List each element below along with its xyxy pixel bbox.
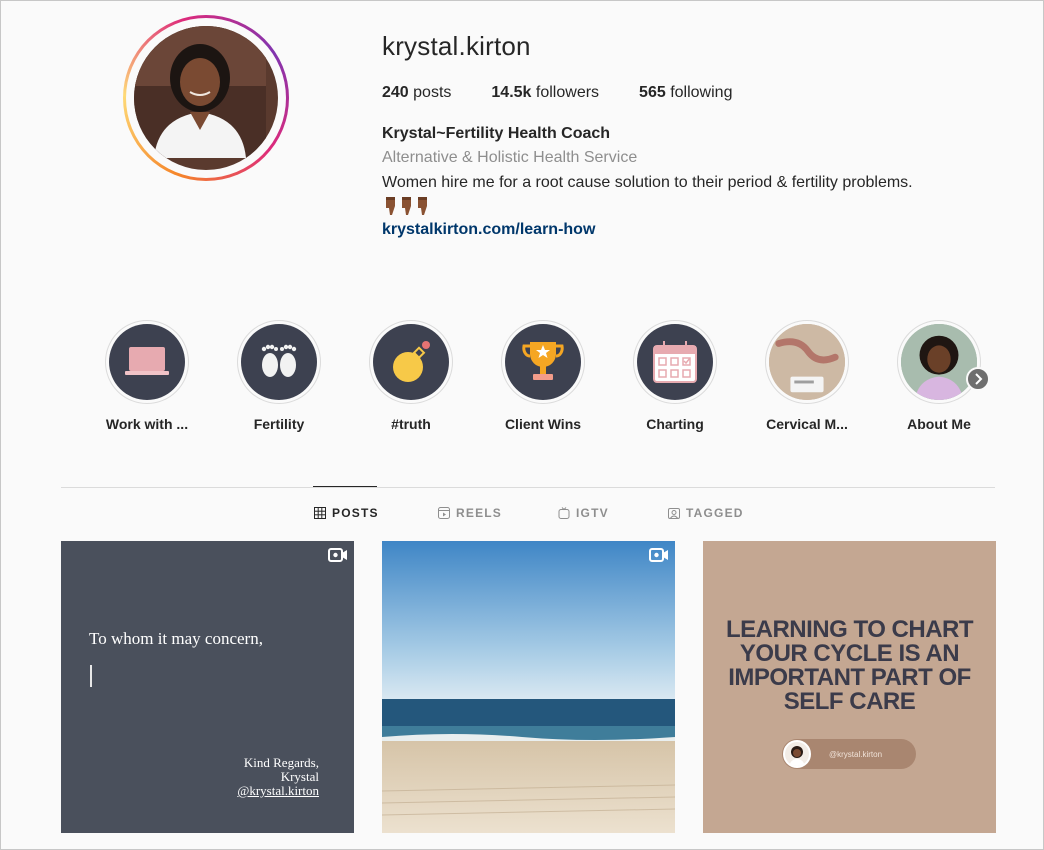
tab-reels-label: REELS [456, 506, 503, 520]
post-headline: LEARNING TO CHART YOUR CYCLE IS AN IMPOR… [703, 618, 996, 714]
headline-line: YOUR CYCLE IS AN [739, 640, 960, 667]
highlight-label: Cervical M... [766, 416, 848, 432]
headline-line: IMPORTANT PART OF [728, 664, 971, 691]
tab-posts-label: POSTS [332, 506, 379, 520]
avatar [783, 740, 811, 768]
highlights-next-button[interactable] [966, 367, 990, 391]
video-icon [649, 548, 668, 562]
post-thumbnail[interactable]: LEARNING TO CHART YOUR CYCLE IS AN IMPOR… [703, 541, 996, 833]
text-cursor [90, 665, 92, 687]
story-highlights: Work with ... Fertility #truth Client Wi… [105, 320, 995, 440]
highlight-label: #truth [391, 416, 431, 432]
laptop-icon [125, 347, 169, 375]
highlight-truth[interactable]: #truth [369, 320, 453, 432]
profile-bio: Women hire me for a root cause solution … [382, 174, 913, 191]
profile-stats: 240 posts 14.5k followers 565 following [382, 84, 772, 102]
beach-photo [382, 541, 675, 833]
stat-followers-value: 14.5k [491, 84, 532, 101]
highlight-label: Work with ... [105, 416, 189, 432]
stat-following-value: 565 [639, 84, 666, 101]
tab-igtv[interactable]: IGTV [558, 506, 609, 520]
signature-handle: @krystal.kirton [237, 783, 319, 798]
profile-website-link[interactable]: krystalkirton.com/learn-how [382, 221, 595, 239]
highlight-label: About Me [907, 416, 971, 432]
profile-category: Alternative & Holistic Health Service [382, 149, 638, 166]
video-icon [328, 548, 347, 562]
profile-avatar[interactable] [123, 15, 289, 181]
profile-page: krystal.kirton 240 posts 14.5k followers… [0, 0, 1044, 850]
tabs-divider [61, 487, 995, 488]
active-tab-indicator [313, 486, 377, 487]
stat-followers-label: followers [535, 84, 600, 101]
highlight-label: Client Wins [504, 416, 582, 432]
signature-line: Kind Regards, [243, 755, 319, 770]
tab-posts[interactable]: POSTS [314, 506, 379, 520]
post-letter-signature: Kind Regards, Krystal @krystal.kirton [237, 756, 319, 798]
headline-line: LEARNING TO CHART [725, 616, 974, 643]
post-thumbnail[interactable]: To whom it may concern, Kind Regards, Kr… [61, 541, 354, 833]
stat-followers[interactable]: 14.5k followers [491, 84, 599, 102]
stat-posts: 240 posts [382, 84, 451, 102]
tab-igtv-label: IGTV [576, 506, 609, 520]
tab-reels[interactable]: REELS [438, 506, 502, 520]
headline-line: SELF CARE [783, 688, 916, 715]
reels-icon [438, 507, 450, 519]
post-thumbnail[interactable] [382, 541, 675, 833]
igtv-icon [558, 507, 570, 519]
bomb-icon [393, 341, 430, 382]
stat-following[interactable]: 565 following [639, 84, 732, 102]
trophy-icon [522, 342, 564, 380]
highlight-label: Charting [646, 416, 704, 432]
highlight-label: Fertility [253, 416, 305, 432]
highlight-fertility[interactable]: Fertility [237, 320, 321, 432]
stat-posts-value: 240 [382, 84, 409, 101]
avatar-photo [134, 26, 278, 170]
highlight-work-with[interactable]: Work with ... [105, 320, 189, 432]
baby-feet-icon [261, 344, 297, 377]
pointing-down-emoji-icon [386, 197, 427, 215]
stat-posts-label: posts [413, 84, 452, 101]
about-me-portrait-thumbnail [901, 324, 977, 400]
tab-tagged[interactable]: TAGGED [668, 506, 744, 520]
handle-pill-text: @krystal.kirton [829, 749, 883, 759]
calendar-icon [653, 341, 697, 383]
post-letter-title: To whom it may concern, [89, 629, 263, 648]
highlight-about-me[interactable]: About Me [897, 320, 981, 432]
tab-tagged-label: TAGGED [686, 506, 744, 520]
chevron-right-icon [975, 373, 983, 385]
highlight-charting[interactable]: Charting [633, 320, 717, 432]
cervical-photo-thumbnail [769, 324, 845, 400]
tagged-icon [668, 508, 680, 519]
highlight-client-wins[interactable]: Client Wins [501, 320, 585, 432]
profile-tabs: POSTS REELS IGTV TAGGED [1, 506, 1044, 526]
highlight-cervical[interactable]: Cervical M... [765, 320, 849, 432]
profile-username: krystal.kirton [382, 31, 531, 61]
bio-emoji: 👇🏾👇🏾👇🏾 [383, 195, 431, 217]
grid-icon [314, 507, 326, 519]
handle-pill: @krystal.kirton [782, 739, 916, 769]
profile-full-name: Krystal~Fertility Health Coach [382, 125, 611, 142]
signature-line: Krystal [280, 769, 319, 784]
stat-following-label: following [670, 84, 733, 101]
